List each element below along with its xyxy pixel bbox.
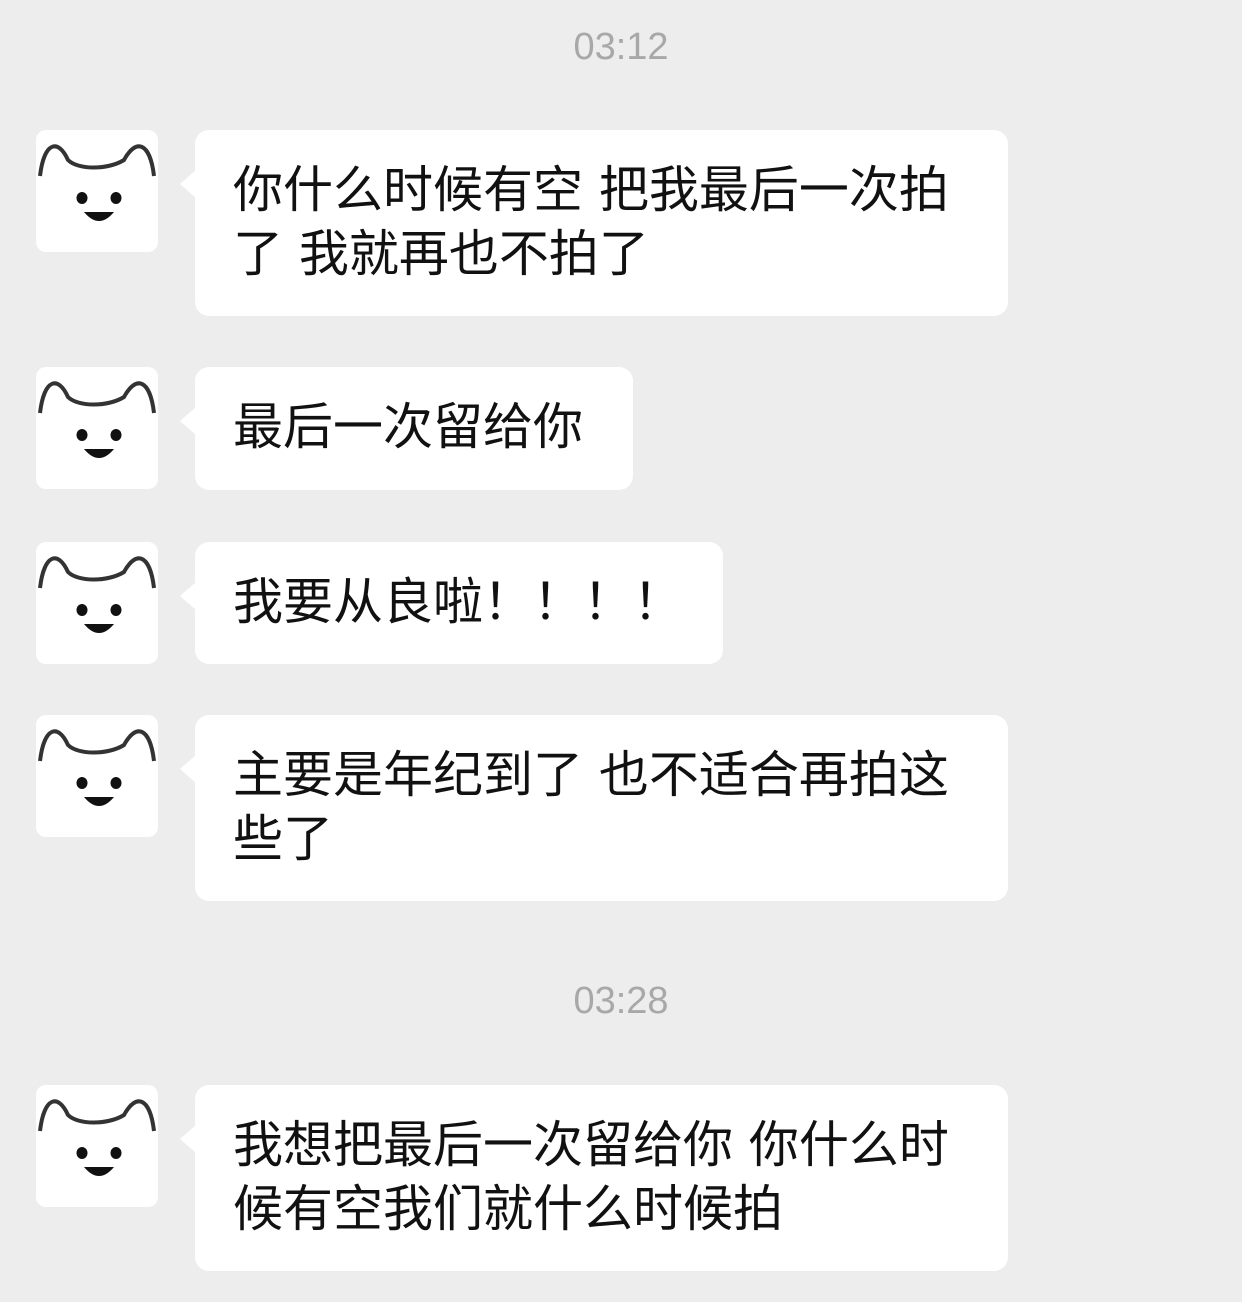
message-text: 你什么时候有空 把我最后一次拍了 我就再也不拍了 (233, 161, 949, 283)
message-text: 我要从良啦！！！！ (233, 573, 683, 631)
contact-avatar[interactable] (36, 130, 158, 252)
message-bubble[interactable]: 主要是年纪到了 也不适合再拍这些了 (180, 715, 1008, 901)
message-bubble[interactable]: 我要从良啦！！！！ (180, 542, 723, 664)
contact-avatar[interactable] (36, 715, 158, 837)
message-bubble[interactable]: 最后一次留给你 (180, 367, 633, 490)
message-text: 最后一次留给你 (233, 398, 583, 456)
timestamp: 03:28 (573, 980, 669, 1022)
message-bubble[interactable]: 你什么时候有空 把我最后一次拍了 我就再也不拍了 (180, 130, 1008, 316)
timestamp: 03:12 (573, 26, 669, 68)
cat-face-icon (38, 556, 156, 633)
message-text: 我想把最后一次留给你 你什么时候有空我们就什么时候拍 (233, 1116, 949, 1238)
contact-avatar[interactable] (36, 367, 158, 489)
cat-face-icon (38, 1099, 156, 1176)
cat-face-icon (38, 729, 156, 806)
message-text: 主要是年纪到了 也不适合再拍这些了 (233, 746, 949, 868)
message-bubble[interactable]: 我想把最后一次留给你 你什么时候有空我们就什么时候拍 (180, 1085, 1008, 1271)
cat-face-icon (38, 144, 156, 221)
contact-avatar[interactable] (36, 1085, 158, 1207)
cat-face-icon (38, 381, 156, 458)
contact-avatar[interactable] (36, 542, 158, 664)
